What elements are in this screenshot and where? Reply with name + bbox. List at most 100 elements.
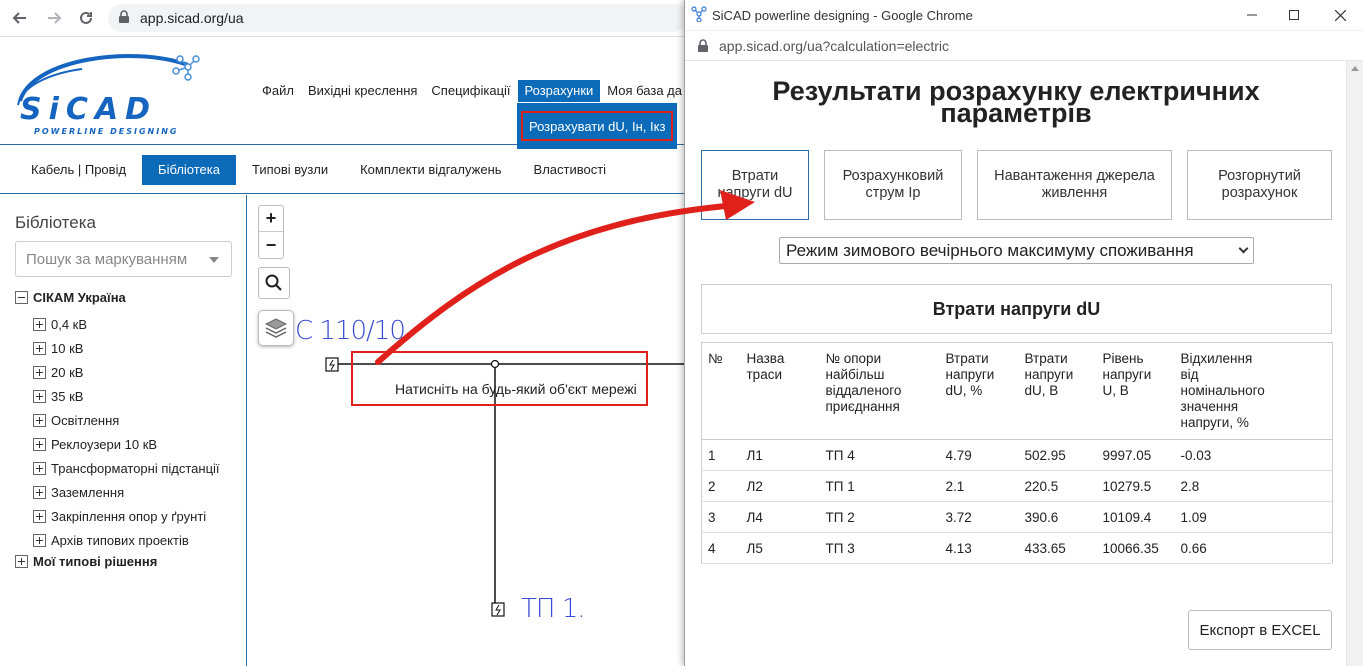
menu-output-drawings[interactable]: Вихідні креслення [301, 80, 424, 102]
table-cell: 10279.5 [1096, 470, 1175, 502]
tree-item[interactable]: Реклоузери 10 кВ [33, 437, 157, 452]
chevron-down-icon [1238, 243, 1249, 254]
scroll-up-icon[interactable] [1351, 66, 1359, 71]
map-canvas[interactable]: + − С 110/10. ТП 1. Натисніть на будь-як… [248, 195, 688, 666]
table-cell: 2.8 [1174, 470, 1333, 502]
tab-cable-wire[interactable]: Кабель | Провід [15, 155, 142, 185]
popup-titlebar[interactable]: SiCAD powerline designing - Google Chrom… [685, 0, 1363, 31]
expand-icon[interactable] [33, 366, 46, 379]
substation-label[interactable]: С 110/10. [295, 316, 413, 346]
search-input[interactable]: Пошук за маркуванням [15, 241, 232, 277]
expand-icon[interactable] [33, 462, 46, 475]
menu-calculations[interactable]: Розрахунки [517, 80, 601, 102]
tree-item[interactable]: 10 кВ [33, 341, 83, 356]
sicad-logo: SiCAD POWERLINE DESIGNING [12, 45, 202, 137]
menu-my-database[interactable]: Моя база да [600, 80, 689, 102]
caret-down-icon [209, 257, 219, 263]
table-cell: 502.95 [1018, 439, 1097, 471]
tree-root-sikam[interactable]: СІКАМ Україна [15, 290, 126, 305]
tree-item[interactable]: 20 кВ [33, 365, 83, 380]
expand-icon[interactable] [33, 390, 46, 403]
menu-specifications[interactable]: Специфікації [424, 80, 517, 102]
popup-scrollbar[interactable] [1346, 61, 1363, 666]
tree-item[interactable]: Заземлення [33, 485, 124, 500]
mode-select-value: Режим зимового вечірнього максимуму спож… [786, 241, 1194, 260]
powerline-schematic [325, 357, 688, 617]
table-cell: 0.66 [1174, 532, 1333, 564]
table-cell: 390.6 [1018, 501, 1097, 533]
column-header: № опори найбільш віддаленого приєднання [819, 342, 940, 440]
expand-icon[interactable] [33, 486, 46, 499]
table-cell: ТП 3 [819, 532, 940, 564]
column-header: Назва траси [740, 342, 820, 440]
tab-detailed-calculation[interactable]: Розгорнутий розрахунок [1187, 150, 1332, 220]
reload-icon[interactable] [74, 6, 98, 30]
expand-icon[interactable] [33, 414, 46, 427]
tab-library[interactable]: Бібліотека [142, 154, 236, 185]
tree-item[interactable]: 0,4 кВ [33, 317, 87, 332]
results-popup-window: SiCAD powerline designing - Google Chrom… [684, 0, 1363, 666]
search-placeholder: Пошук за маркуванням [26, 251, 188, 268]
lock-icon [118, 10, 130, 29]
tree-root-my-solutions[interactable]: Мої типові рішення [15, 554, 157, 569]
tab-properties[interactable]: Властивості [518, 155, 623, 185]
table-cell: Л1 [740, 439, 820, 471]
mode-select[interactable]: Режим зимового вечірнього максимуму спож… [779, 237, 1254, 264]
export-excel-button[interactable]: Експорт в EXCEL [1188, 610, 1332, 650]
table-cell: 2.1 [939, 470, 1019, 502]
menu-file[interactable]: Файл [255, 80, 301, 102]
expand-icon[interactable] [33, 510, 46, 523]
table-cell: ТП 4 [819, 439, 940, 471]
table-cell: Л5 [740, 532, 820, 564]
expand-icon[interactable] [33, 342, 46, 355]
table-cell: 10066.35 [1096, 532, 1175, 564]
table-header-row: № Назва траси № опори найбільш віддалено… [701, 342, 1333, 440]
table-cell: 433.65 [1018, 532, 1097, 564]
sidebar-title: Бібліотека [15, 213, 96, 232]
tab-branch-kits[interactable]: Комплекти відгалужень [344, 155, 517, 185]
table-cell: 4.79 [939, 439, 1019, 471]
logo-text: SiCAD [20, 92, 157, 127]
tree-item[interactable]: Трансформаторні підстанції [33, 461, 220, 476]
table-row: 4 Л5 ТП 3 4.13 433.65 10066.35 0.66 [701, 532, 1333, 564]
popup-address-text: app.sicad.org/ua?calculation=electric [719, 38, 949, 54]
tp-label[interactable]: ТП 1. [521, 594, 586, 624]
expand-icon[interactable] [33, 438, 46, 451]
tree-item[interactable]: Архів типових проектів [33, 533, 189, 548]
tab-design-current[interactable]: Розрахунковий струм Ір [824, 150, 962, 220]
tree-item[interactable]: Освітлення [33, 413, 119, 428]
table-cell: 4.13 [939, 532, 1019, 564]
maximize-icon[interactable] [1279, 4, 1309, 26]
table-row: 3 Л4 ТП 2 3.72 390.6 10109.4 1.09 [701, 501, 1333, 533]
tab-source-load[interactable]: Навантаження джерела живлення [977, 150, 1172, 220]
main-menu: Файл Вихідні креслення Специфікації Розр… [255, 80, 689, 102]
expand-icon[interactable] [15, 555, 28, 568]
expand-icon[interactable] [33, 318, 46, 331]
expand-icon[interactable] [33, 534, 46, 547]
back-arrow-icon[interactable] [8, 6, 32, 30]
address-text: app.sicad.org/ua [140, 10, 244, 26]
section-title: Втрати напруги dU [701, 284, 1332, 334]
table-cell: ТП 2 [819, 501, 940, 533]
column-header: № [701, 342, 741, 440]
address-bar[interactable]: app.sicad.org/ua [108, 4, 688, 32]
table-cell: 9997.05 [1096, 439, 1175, 471]
minimize-icon[interactable] [1237, 4, 1267, 26]
tab-voltage-loss[interactable]: Втрати напруги dU [701, 150, 809, 220]
tab-typical-nodes[interactable]: Типові вузли [236, 155, 344, 185]
table-cell: 3 [701, 501, 741, 533]
tree-item[interactable]: 35 кВ [33, 389, 83, 404]
tree-item[interactable]: Закріплення опор у ґрунті [33, 509, 206, 524]
calculate-du-item[interactable]: Розрахувати dU, Ін, Ікз [521, 111, 673, 141]
map-hint-box: Натисніть на будь-який об'єкт мережі [351, 351, 648, 406]
table-cell: 3.72 [939, 501, 1019, 533]
collapse-icon[interactable] [15, 291, 28, 304]
map-hint-text: Натисніть на будь-який об'єкт мережі [395, 381, 637, 397]
popup-address-bar[interactable]: app.sicad.org/ua?calculation=electric [685, 31, 1363, 61]
table-cell: 220.5 [1018, 470, 1097, 502]
table-cell: -0.03 [1174, 439, 1333, 471]
table-cell: 4 [701, 532, 741, 564]
forward-arrow-icon[interactable] [42, 6, 66, 30]
close-icon[interactable] [1325, 4, 1355, 26]
calculations-dropdown: Розрахувати dU, Ін, Ікз [517, 103, 677, 149]
